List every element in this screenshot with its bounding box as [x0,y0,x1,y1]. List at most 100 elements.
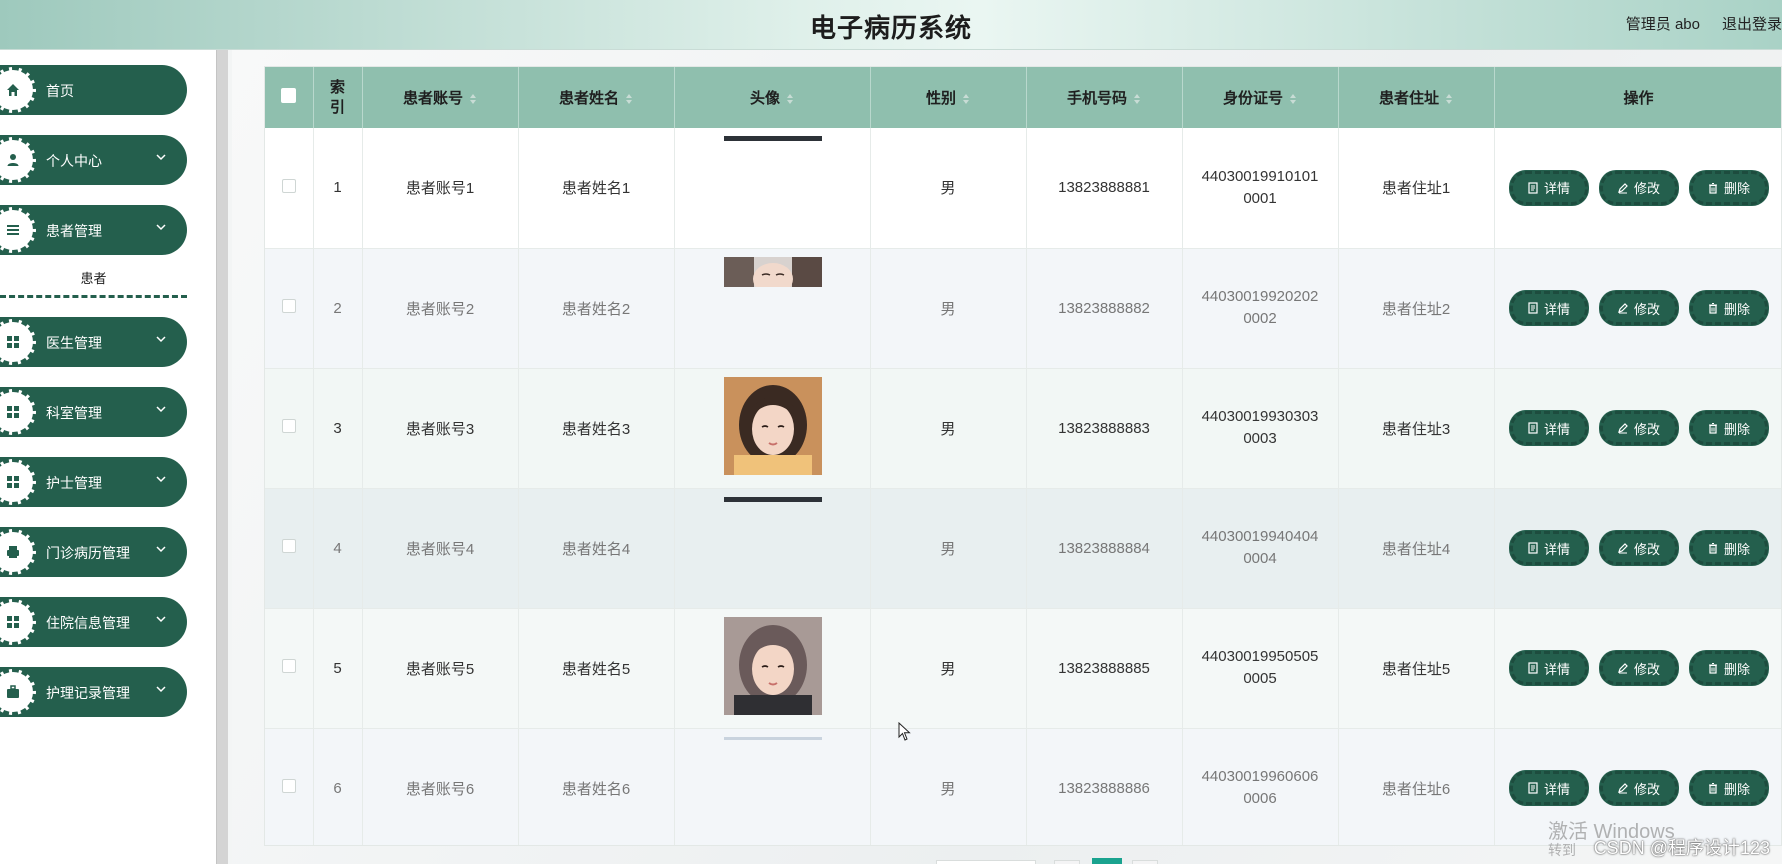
next-page-button[interactable] [1132,860,1158,864]
delete-button[interactable]: 删除 [1689,531,1768,565]
grid-icon [0,319,36,365]
row-checkbox[interactable] [265,608,314,729]
column-header-phone[interactable]: 手机号码 [1026,67,1183,128]
prev-page-button[interactable] [1054,860,1080,864]
cell-gender: 男 [870,248,1027,369]
edit-button[interactable]: 修改 [1599,291,1678,325]
sidebar-item-4[interactable]: 医生管理 [0,317,187,367]
edit-icon [1618,663,1628,674]
table-row[interactable]: 4 患者账号4 患者姓名4 男 13823888884 44030019940404 000… [265,488,1781,609]
id-number-part: 0005 [1243,670,1277,687]
cell-avatar [674,728,871,845]
trash-icon [1708,423,1717,434]
delete-button[interactable]: 删除 [1689,411,1768,445]
chevron-down-icon [156,616,166,623]
cell-name: 患者姓名3 [518,368,675,489]
app-title: 电子病历系统 [809,13,972,43]
delete-button[interactable]: 删除 [1689,170,1768,205]
button-label: 详情 [1543,421,1570,437]
button-label: 修改 [1633,421,1660,437]
row-checkbox[interactable] [265,488,314,609]
column-header-address[interactable]: 患者住址 [1338,67,1495,128]
delete-button[interactable]: 删除 [1689,651,1768,685]
cell-account: 患者账号2 [362,248,519,369]
cell-phone: 13823888885 [1026,608,1183,729]
detail-button[interactable]: 详情 [1509,531,1588,565]
detail-button[interactable]: 详情 [1509,411,1588,445]
delete-button[interactable]: 删除 [1689,291,1768,325]
column-header-account[interactable]: 患者账号 [362,67,519,128]
id-number-part: 44030019920202 [1201,288,1319,305]
button-label: 详情 [1543,541,1570,557]
printer-icon [0,529,36,575]
column-header-label: 手机号码 [1066,90,1127,107]
column-header-id-number[interactable]: 身份证号 [1182,67,1339,128]
cell-account: 患者账号5 [362,608,519,729]
table-row[interactable]: 3 患者账号3 患者姓名3 男 13823888883 44030019930303 000… [265,368,1781,489]
sidebar-item-3[interactable]: 患者管理 [0,205,187,255]
chevron-down-icon [156,154,166,161]
document-icon [1528,422,1538,434]
page-size-select[interactable] [936,860,1036,864]
id-number-part: 0006 [1243,790,1277,807]
current-page-button[interactable] [1092,858,1122,864]
button-label: 修改 [1633,541,1660,557]
table-row[interactable]: 2 患者账号2 患者姓名2 男 13823888882 44030019920202 000… [265,248,1781,369]
sidebar-item-6[interactable]: 护士管理 [0,457,187,507]
sidebar-scrollbar[interactable] [216,50,228,864]
cell-account: 患者账号4 [362,488,519,609]
edit-button[interactable]: 修改 [1599,170,1678,205]
row-checkbox[interactable] [265,728,314,845]
row-checkbox[interactable] [265,368,314,489]
sidebar-item-5[interactable]: 科室管理 [0,387,187,437]
cell-index: 4 [313,488,363,609]
grid-icon [0,599,36,645]
edit-button[interactable]: 修改 [1599,531,1678,565]
sidebar-item-label: 护士管理 [46,475,102,491]
detail-button[interactable]: 详情 [1509,651,1588,685]
row-checkbox[interactable] [265,248,314,369]
chevron-down-icon [156,686,166,693]
column-header-name[interactable]: 患者姓名 [518,67,675,128]
sidebar-item-8[interactable]: 住院信息管理 [0,597,187,647]
document-icon [1528,782,1538,794]
table-row[interactable]: 1 患者账号1 患者姓名1 男 13823888881 44030019910101 000… [265,128,1781,249]
chevron-down-icon [156,476,166,483]
logout-link[interactable]: 退出登录 [1722,13,1782,34]
sidebar-item-7[interactable]: 门诊病历管理 [0,527,187,577]
cell-index: 1 [313,128,363,249]
top-bar: 电子病历系统 管理员 abo 退出登录 [0,0,1782,50]
cell-name: 患者姓名1 [518,128,675,249]
cell-gender: 男 [870,368,1027,489]
id-number-part: 44030019950505 [1201,648,1319,665]
trash-icon [1708,783,1717,794]
cell-actions: 详情 修改 删除 [1494,128,1781,249]
cell-account: 患者账号1 [362,128,519,249]
edit-button[interactable]: 修改 [1599,651,1678,685]
column-header-gender[interactable]: 性别 [870,67,1027,128]
cell-name: 患者姓名6 [518,728,675,845]
column-header-label: 操作 [1623,90,1654,107]
delete-button[interactable]: 删除 [1689,771,1768,805]
button-label: 详情 [1543,301,1570,317]
sidebar-item-2[interactable]: 个人中心 [0,135,187,185]
activate-windows-hint: 转到 [1548,842,1576,858]
table-row[interactable]: 5 患者账号5 患者姓名5 男 13823888885 44030019950505 000… [265,608,1781,729]
edit-button[interactable]: 修改 [1599,771,1678,805]
detail-button[interactable]: 详情 [1509,771,1588,805]
edit-button[interactable]: 修改 [1599,411,1678,445]
sidebar-item-label: 门诊病历管理 [46,545,130,561]
edit-icon [1618,182,1628,194]
column-header-avatar[interactable]: 头像 [674,67,871,128]
cell-name: 患者姓名2 [518,248,675,369]
select-all-checkbox[interactable] [265,67,314,128]
row-checkbox[interactable] [265,128,314,249]
column-header-index: 索引 [313,67,363,128]
sort-icon [1446,94,1452,105]
document-icon [1528,542,1538,554]
sidebar-item-1[interactable]: 首页 [0,65,187,115]
sidebar-subitem-patient[interactable]: 患者 [0,262,187,298]
detail-button[interactable]: 详情 [1509,170,1588,205]
sidebar-item-9[interactable]: 护理记录管理 [0,667,187,717]
detail-button[interactable]: 详情 [1509,291,1588,325]
